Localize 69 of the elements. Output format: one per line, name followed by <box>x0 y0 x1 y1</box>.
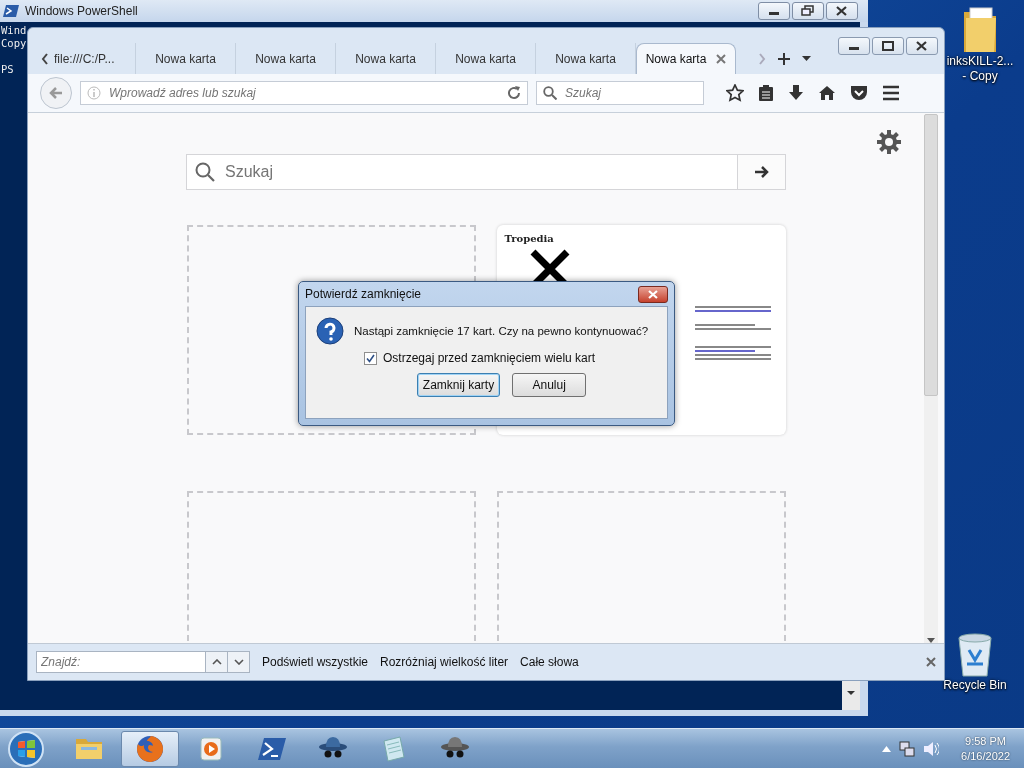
dialog-button[interactable]: Anuluj <box>512 373 587 397</box>
info-icon <box>87 86 101 100</box>
close-icon[interactable] <box>926 657 936 667</box>
powershell-icon <box>3 4 19 18</box>
download-icon[interactable] <box>788 84 804 102</box>
maximize-button[interactable] <box>872 37 904 55</box>
find-box[interactable]: Znajdź: <box>36 651 250 673</box>
taskbar-button[interactable] <box>121 730 179 767</box>
search-icon <box>195 162 215 182</box>
search-field[interactable]: Szukaj <box>223 162 737 182</box>
console-line: Copy <box>1 37 27 50</box>
address-field[interactable]: Wprowadź adres lub szukaj <box>107 85 501 101</box>
start-button[interactable] <box>7 729 45 768</box>
chevron-up-icon <box>211 659 222 665</box>
dialog-title: Potwierdź zamknięcie <box>305 287 422 301</box>
minimize-button[interactable] <box>838 37 870 55</box>
checkmark-icon <box>366 353 375 363</box>
restore-button[interactable] <box>792 2 824 20</box>
clock-time: 9:58 PM <box>965 733 1006 749</box>
search-icon <box>543 86 557 100</box>
find-option[interactable]: Całe słowa <box>520 655 579 669</box>
chevron-down-icon <box>233 659 244 665</box>
home-icon[interactable] <box>818 85 836 101</box>
reload-icon[interactable] <box>507 86 521 100</box>
icon-label: - Copy <box>962 69 998 84</box>
network-icon[interactable] <box>899 740 916 757</box>
back-button[interactable] <box>40 77 72 109</box>
question-icon <box>316 317 344 345</box>
close-button[interactable] <box>906 37 938 55</box>
speaker-icon[interactable] <box>923 740 940 757</box>
close-button[interactable] <box>638 285 668 303</box>
search-field[interactable]: Szukaj <box>563 85 697 101</box>
empty-tile[interactable] <box>496 491 786 641</box>
minimize-button[interactable] <box>758 2 790 20</box>
dialog-button[interactable]: Zamknij karty <box>416 373 501 397</box>
empty-tile[interactable] <box>186 491 476 641</box>
recycle-bin-icon <box>955 632 995 678</box>
arrow-left-icon <box>49 86 63 100</box>
find-previous-button[interactable] <box>205 652 227 672</box>
close-button[interactable] <box>826 2 858 20</box>
chevron-left-icon[interactable] <box>41 52 49 65</box>
arrow-right-icon <box>753 165 770 179</box>
close-tab-icon[interactable] <box>716 54 727 64</box>
close-icon <box>648 289 658 299</box>
find-option[interactable]: Podświetl wszystkie <box>262 655 369 669</box>
clipboard-icon[interactable] <box>758 84 774 102</box>
pocket-icon[interactable] <box>850 85 868 101</box>
window-title: Windows PowerShell <box>25 4 138 18</box>
console-line: Wind <box>1 24 27 37</box>
scroll-down-icon[interactable] <box>847 690 855 696</box>
menu-icon[interactable] <box>882 85 900 101</box>
address-bar[interactable]: Wprowadź adres lub szukaj <box>80 81 528 105</box>
icon-label: inksKILL-2... <box>946 54 1014 69</box>
new-tab-icon[interactable] <box>778 52 790 65</box>
icon-label: Recycle Bin <box>943 678 1007 693</box>
browser-tab[interactable]: Nowa karta <box>636 43 736 74</box>
search-bar[interactable]: Szukaj <box>186 154 786 190</box>
star-icon[interactable] <box>726 84 744 102</box>
console-line: PS <box>1 63 14 76</box>
settings-icon[interactable] <box>876 129 902 155</box>
clock-date: 6/16/2022 <box>961 748 1010 764</box>
site-title: Tropedia <box>504 233 555 244</box>
tray-arrow-icon[interactable] <box>882 745 892 752</box>
go-button[interactable] <box>737 155 785 189</box>
find-option[interactable]: Rozróżniaj wielkość liter <box>380 655 509 669</box>
search-bar[interactable]: Szukaj <box>536 81 704 105</box>
find-next-button[interactable] <box>227 652 249 672</box>
scrollbar-thumb[interactable] <box>924 114 938 396</box>
dropdown-caret-icon[interactable] <box>802 56 811 61</box>
